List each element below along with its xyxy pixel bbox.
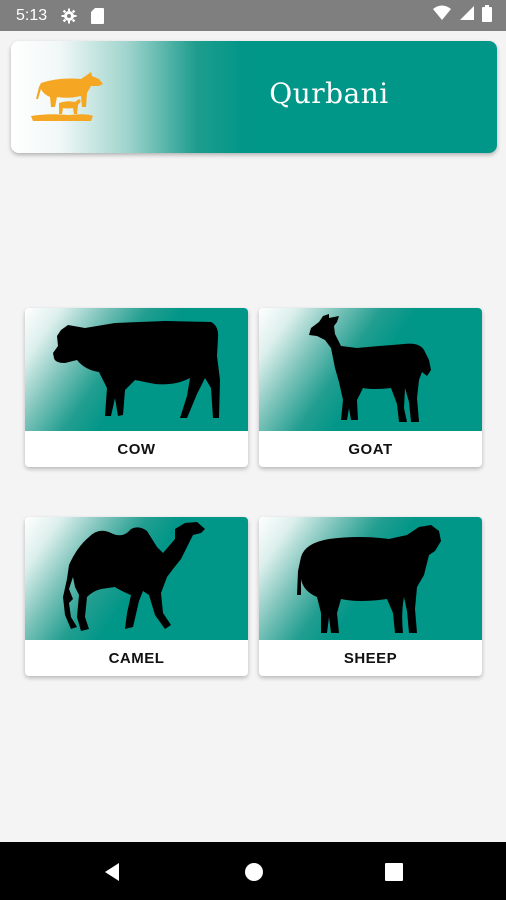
status-time: 5:13 (16, 6, 48, 24)
animal-label: CAMEL (108, 649, 165, 667)
sheep-silhouette-icon (297, 525, 441, 633)
back-icon[interactable] (100, 860, 124, 884)
signal-icon (459, 5, 474, 26)
card-image (25, 308, 248, 431)
goat-silhouette-icon (309, 314, 431, 422)
card-image (25, 517, 248, 640)
cow-silhouette-icon (53, 321, 220, 418)
home-icon[interactable] (242, 860, 266, 884)
app-header: Qurbani (11, 41, 497, 153)
card-image (259, 308, 482, 431)
recents-icon[interactable] (382, 860, 406, 884)
animal-card-goat[interactable]: GOAT (259, 308, 482, 467)
status-bar: 5:13 (0, 0, 506, 31)
animal-card-camel[interactable]: CAMEL (25, 517, 248, 676)
battery-icon (482, 4, 492, 27)
animal-label: COW (117, 440, 156, 458)
animal-card-cow[interactable]: COW (25, 308, 248, 467)
navigation-bar (0, 842, 506, 900)
wifi-icon (433, 5, 451, 26)
card-image (259, 517, 482, 640)
cow-and-calf-logo-icon (31, 72, 103, 121)
app-title: Qurbani (269, 77, 389, 110)
settings-icon (61, 8, 77, 24)
animal-card-sheep[interactable]: SHEEP (259, 517, 482, 676)
camel-silhouette-icon (63, 522, 205, 631)
animal-label: SHEEP (343, 649, 398, 667)
animal-label: GOAT (348, 440, 393, 458)
sd-card-icon (91, 7, 105, 24)
